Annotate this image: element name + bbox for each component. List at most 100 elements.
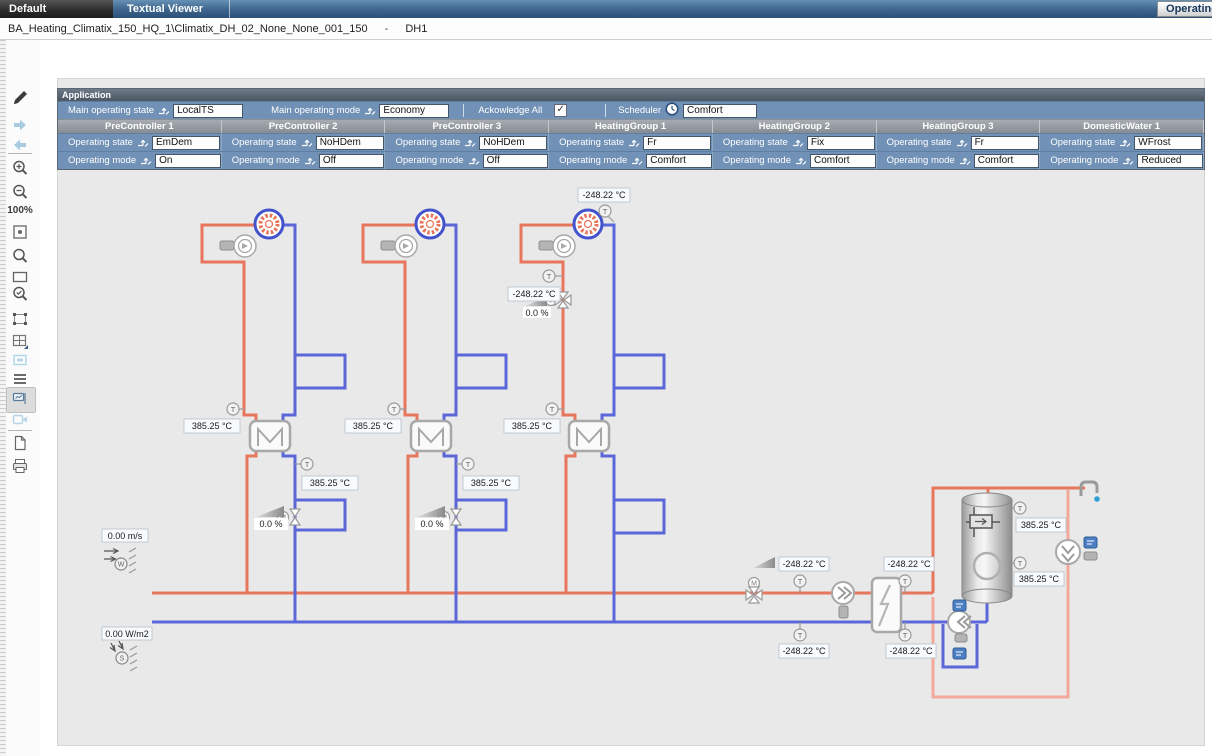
override-icon[interactable] (463, 137, 476, 148)
override-icon[interactable] (363, 105, 376, 116)
acknowledge-all-checkbox[interactable]: ✓ (554, 104, 567, 117)
toolbar-divider (8, 430, 32, 431)
override-icon[interactable] (157, 105, 170, 116)
svg-text:T: T (903, 577, 908, 586)
temp-label-tank-top[interactable]: 385.25 °C (1016, 518, 1066, 532)
edit-pen-icon[interactable] (9, 89, 31, 109)
circuit3-pump[interactable] (574, 210, 602, 238)
magnifier-icon[interactable] (9, 247, 31, 267)
pump-controller-icon[interactable] (553, 235, 575, 257)
operating-state-value[interactable]: Fr (643, 136, 711, 150)
fit-view-icon[interactable] (9, 223, 31, 243)
override-icon[interactable] (136, 137, 149, 148)
operating-state-value[interactable]: WFrost (1134, 136, 1202, 150)
wind-speed-label[interactable]: 0.00 m/s (102, 529, 148, 542)
override-icon[interactable] (303, 155, 316, 166)
operating-mode-value[interactable]: On (155, 154, 221, 168)
camera-icon[interactable] (9, 410, 31, 430)
temp-label-c3-supply[interactable]: 385.25 °C (504, 419, 560, 433)
heat-exchanger-3[interactable] (569, 421, 609, 451)
main-operating-state-value[interactable]: LocalTS (173, 104, 243, 118)
temp-label-main-return[interactable]: -248.22 °C (779, 644, 829, 658)
operating-mode-value[interactable]: Off (483, 154, 549, 168)
main-pump[interactable] (832, 582, 854, 604)
operating-state-value[interactable]: Fr (971, 136, 1039, 150)
temp-label-main-supply[interactable]: -248.22 °C (779, 557, 829, 571)
operating-state-value[interactable]: NoHDem (479, 136, 547, 150)
acknowledge-all-label: Ackowledge All (478, 105, 542, 116)
select-region-icon[interactable] (9, 310, 31, 330)
override-icon[interactable] (1118, 137, 1131, 148)
override-icon[interactable] (958, 155, 971, 166)
heat-exchanger-2[interactable] (411, 421, 451, 451)
solar-irradiance-label[interactable]: 0.00 W/m2 (102, 627, 152, 640)
setpoint-icon[interactable] (1084, 537, 1097, 548)
temp-label-main-return-after[interactable]: -248.22 °C (886, 644, 936, 658)
temp-label-c3-top[interactable]: -248.22 °C (578, 188, 630, 202)
dhw-storage-tank[interactable] (962, 493, 1012, 603)
group-mode-cell: Operating mode Reduced (1040, 152, 1204, 169)
operating-mode-label: Operating mode (887, 155, 955, 166)
override-icon[interactable] (630, 155, 643, 166)
operating-mode-value[interactable]: Comfort (810, 154, 876, 168)
operating-mode-value[interactable]: Reduced (1137, 154, 1203, 168)
pump-controller-icon[interactable] (234, 235, 256, 257)
operating-mode-value[interactable]: Comfort (974, 154, 1040, 168)
override-icon[interactable] (791, 137, 804, 148)
operating-button[interactable]: Operating (1157, 1, 1212, 17)
main-operating-mode-value[interactable]: Economy (379, 104, 449, 118)
setpoint-icon[interactable] (953, 648, 966, 659)
temp-label-c1-return[interactable]: 385.25 °C (302, 476, 358, 490)
svg-text:-248.22 °C: -248.22 °C (512, 289, 556, 299)
zoom-previous-icon[interactable] (9, 285, 31, 305)
temp-label-c2-supply[interactable]: 385.25 °C (345, 419, 401, 433)
temp-label-tank-bottom[interactable]: 385.25 °C (1014, 572, 1064, 586)
svg-text:M: M (280, 515, 286, 522)
tab-default[interactable]: Default (0, 0, 113, 18)
operating-mode-label: Operating mode (723, 155, 791, 166)
temp-label-c3-valve[interactable]: -248.22 °C (508, 287, 560, 301)
scheduler-clock-icon[interactable] (665, 102, 679, 119)
override-icon[interactable] (300, 137, 313, 148)
pump-controller-icon[interactable] (395, 235, 417, 257)
zoom-out-icon[interactable] (9, 183, 31, 203)
circuit1-pump[interactable] (255, 210, 283, 238)
heat-exchanger-1[interactable] (250, 421, 290, 451)
graphic-viewer-icon[interactable] (9, 389, 31, 409)
tab-textual-viewer[interactable]: Textual Viewer (113, 0, 230, 18)
print-icon[interactable] (9, 457, 31, 477)
group-header: PreController 3 (385, 120, 549, 133)
operating-mode-value[interactable]: Off (319, 154, 385, 168)
split-pane-icon[interactable] (9, 332, 31, 352)
operating-state-value[interactable]: Fix (807, 136, 875, 150)
group-header: PreController 1 (58, 120, 222, 133)
override-icon[interactable] (955, 137, 968, 148)
circuit2-pump[interactable] (416, 210, 444, 238)
override-icon[interactable] (627, 137, 640, 148)
operating-mode-value[interactable]: Comfort (646, 154, 712, 168)
temp-label-main-supply-after[interactable]: -248.22 °C (884, 557, 934, 571)
zoom-in-icon[interactable] (9, 159, 31, 179)
svg-text:T: T (231, 405, 236, 414)
group-state-cell: Operating state WFrost (1040, 134, 1204, 151)
operating-state-value[interactable]: EmDem (152, 136, 220, 150)
operating-mode-label: Operating mode (1050, 155, 1118, 166)
group-mode-cell: Operating mode Comfort (549, 152, 713, 169)
electric-boiler[interactable] (872, 578, 901, 632)
operating-state-value[interactable]: NoHDem (316, 136, 384, 150)
temp-label-c2-return[interactable]: 385.25 °C (463, 476, 519, 490)
dhw-circulation-pump[interactable] (1056, 540, 1080, 564)
operating-mode-label: Operating mode (232, 155, 300, 166)
selection-tool-icon[interactable] (9, 351, 31, 371)
scheduler-value[interactable]: Comfort (683, 104, 757, 118)
override-icon[interactable] (467, 155, 480, 166)
override-icon[interactable] (794, 155, 807, 166)
temp-label-c1-supply[interactable]: 385.25 °C (184, 419, 240, 433)
svg-text:385.25 °C: 385.25 °C (192, 421, 233, 431)
document-icon[interactable] (9, 434, 31, 454)
setpoint-icon[interactable] (953, 600, 966, 611)
tank-charging-pump[interactable] (948, 611, 971, 633)
override-icon[interactable] (1121, 155, 1134, 166)
override-icon[interactable] (139, 155, 152, 166)
forward-arrow-icon[interactable] (9, 116, 31, 136)
